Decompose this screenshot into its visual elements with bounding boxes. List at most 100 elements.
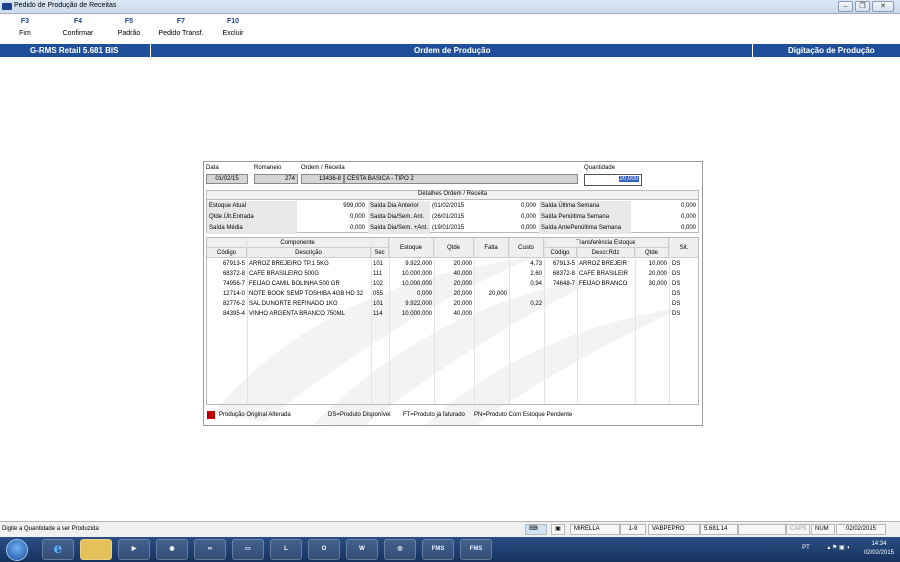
- detail-value: 0,000: [349, 225, 365, 231]
- col-transf-codigo[interactable]: Código: [544, 248, 577, 258]
- detail-label: Saída Penúltima Semana: [539, 212, 631, 223]
- col-sec[interactable]: Sec: [371, 248, 389, 258]
- minimize-button[interactable]: –: [838, 1, 853, 12]
- detail-value: 0,000: [520, 203, 536, 209]
- cell-t-qtde: 10,000: [648, 261, 667, 267]
- cell-sit: DS: [672, 271, 681, 277]
- order-details-box: Detalhes Ordem / Receita Estoque Atual 9…: [206, 190, 699, 234]
- detail-value: 0,000: [349, 214, 365, 220]
- table-row[interactable]: 82776-2 SAL DUNORTE REFINADO 1KG 101 9.922,…: [207, 299, 698, 309]
- cell-t-codigo: 74648-7: [552, 281, 575, 287]
- cell-falta: [474, 259, 507, 269]
- detail-label: Saída AntePenúltima Semana: [539, 223, 631, 234]
- col-group-transferencia: Transferência Estoque: [544, 238, 669, 248]
- taskbar-clock[interactable]: 14:34 02/02/2015: [864, 540, 894, 558]
- f7-pedido-transf-button[interactable]: F7 Pedido Transf.: [154, 18, 208, 37]
- fkey-code: F7: [176, 18, 186, 25]
- col-sit[interactable]: Sit.: [669, 238, 698, 258]
- lync-icon[interactable]: L: [270, 539, 302, 560]
- app-globe-icon[interactable]: ◎: [384, 539, 416, 560]
- details-row: Saída Média 0,000 Saída Dia/Sem. +Ant. (…: [207, 223, 698, 234]
- app-icon: [2, 3, 12, 10]
- col-transf-qtde[interactable]: Qtde: [635, 248, 669, 258]
- col-custo[interactable]: Custo: [509, 238, 544, 258]
- folder-icon[interactable]: ▭: [232, 539, 264, 560]
- table-row[interactable]: 74956-7 FEIJAO CAMIL BOLINHA 500 GR 102 10.…: [207, 279, 698, 289]
- f3-fim-button[interactable]: F3 Fim: [10, 18, 40, 37]
- table-row[interactable]: 12714-0 NOTE BOOK SEMP TOSHIBA 4GB HD 32 0…: [207, 289, 698, 299]
- cell-descricao: SAL DUNORTE REFINADO 1KG: [249, 301, 338, 307]
- cell-codigo: 68372-8: [222, 271, 245, 277]
- detail-date: (19/01/2015: [432, 225, 465, 231]
- cell-descricao: CAFE BRASILEIRO 500G: [249, 271, 320, 277]
- f4-confirmar-button[interactable]: F4 Confirmar: [56, 18, 100, 37]
- media-player-icon[interactable]: ▶: [118, 539, 150, 560]
- cell-t-qtde: [635, 299, 667, 309]
- legend-altered: Produção Original Alterada: [219, 412, 291, 418]
- legend: Produção Original Alterada DS=Produto Di…: [206, 411, 699, 421]
- cell-estoque: 10.000,000: [401, 281, 432, 287]
- chrome-icon[interactable]: ◉: [156, 539, 188, 560]
- file-explorer-icon[interactable]: [80, 539, 112, 560]
- detail-value: 0,000: [680, 225, 696, 231]
- table-row[interactable]: 68372-8 CAFE BRASILEIRO 500G 111 10.000,000…: [207, 269, 698, 279]
- cell-falta: [474, 299, 507, 309]
- quantidade-value: 20,000: [618, 176, 639, 182]
- start-button[interactable]: [6, 539, 28, 561]
- f10-excluir-button[interactable]: F10 Excluir: [218, 18, 248, 37]
- product-version: G-RMS Retail 5.681 BIS: [30, 46, 119, 55]
- restore-button[interactable]: ❐: [855, 1, 870, 12]
- windows-taskbar: e ▶ ◉ ∞ ▭ L O W ◎ FMS FMS PT ▴ ⚑ ▣ ◖ 14:…: [0, 537, 900, 562]
- details-row: Qtde.Últ.Entrada 0,000 Saída Dia/Sem. An…: [207, 212, 698, 223]
- window-title: Pedido de Produção de Receitas: [14, 2, 117, 9]
- fkey-label: Padrão: [117, 30, 141, 37]
- fkey-code: F5: [124, 18, 134, 25]
- fms-app-2-button[interactable]: FMS: [460, 539, 492, 560]
- f5-padrao-button[interactable]: F5 Padrão: [114, 18, 144, 37]
- module-banner: G-RMS Retail 5.681 BIS Ordem de Produção…: [0, 44, 900, 57]
- fms-app-1-button[interactable]: FMS: [422, 539, 454, 560]
- language-indicator[interactable]: PT: [802, 545, 810, 551]
- table-row[interactable]: 84395-4 VINHO ARGENTA BRANCO 750ML 114 10.0…: [207, 309, 698, 319]
- detail-date: (26/01/2015: [432, 214, 465, 220]
- col-descricao[interactable]: Descrição: [247, 248, 371, 258]
- col-codigo[interactable]: Código: [207, 248, 247, 258]
- detail-label: Saída Última Semana: [539, 201, 631, 212]
- calculator-icon[interactable]: ▣: [551, 524, 565, 535]
- close-button[interactable]: ✕: [872, 1, 894, 12]
- quantidade-input[interactable]: 20,000: [584, 174, 642, 186]
- outlook-icon[interactable]: O: [308, 539, 340, 560]
- clock-time: 14:34: [871, 541, 887, 547]
- remote-app-icon[interactable]: ∞: [194, 539, 226, 560]
- col-qtde[interactable]: Qtde: [434, 238, 474, 258]
- cell-descricao: NOTE BOOK SEMP TOSHIBA 4GB HD 32: [249, 291, 364, 297]
- cell-qtde: 20,000: [453, 281, 472, 287]
- quantidade-label: Quantidade: [584, 165, 616, 171]
- ordem-description-field: CESTA BASICA - TIPO 2: [344, 174, 578, 184]
- detail-date: (01/02/2015: [432, 203, 465, 209]
- details-row: Estoque Atual 999,000 Saída Dia Anterior…: [207, 201, 698, 212]
- screen-title: Ordem de Produção: [414, 46, 491, 55]
- col-group-componente: Componente: [207, 238, 389, 248]
- cell-t-qtde: [635, 309, 667, 319]
- fkey-code: F3: [20, 18, 30, 25]
- col-estoque[interactable]: Estoque: [389, 238, 434, 258]
- cell-custo: 0,22: [530, 301, 542, 307]
- status-empty: [738, 524, 786, 535]
- tray-icons[interactable]: ▴ ⚑ ▣ ◖: [827, 545, 850, 551]
- legend-ft: FT=Produto já faturado: [403, 412, 465, 418]
- word-icon[interactable]: W: [346, 539, 378, 560]
- internet-explorer-icon[interactable]: e: [42, 539, 74, 560]
- screen-mode: Digitação de Produção: [788, 46, 875, 55]
- detail-label: Estoque Atual: [207, 201, 297, 212]
- cell-estoque: 9.922,000: [405, 261, 432, 267]
- cell-estoque: 0,000: [416, 291, 432, 297]
- col-transf-descr[interactable]: Descr.Rdz: [577, 248, 635, 258]
- cell-t-codigo: [544, 299, 575, 309]
- table-row[interactable]: 67913-5 ARROZ BREJEIRO TP.1 5KG 101 9.922,0…: [207, 259, 698, 269]
- col-falta[interactable]: Falta: [474, 238, 509, 258]
- window-titlebar: Pedido de Produção de Receitas – ❐ ✕: [0, 0, 900, 14]
- legend-pn: PN=Produto Com Estoque Pendente: [474, 412, 573, 418]
- cell-codigo: 12714-0: [222, 291, 245, 297]
- fkey-label: Pedido Transf.: [158, 30, 204, 37]
